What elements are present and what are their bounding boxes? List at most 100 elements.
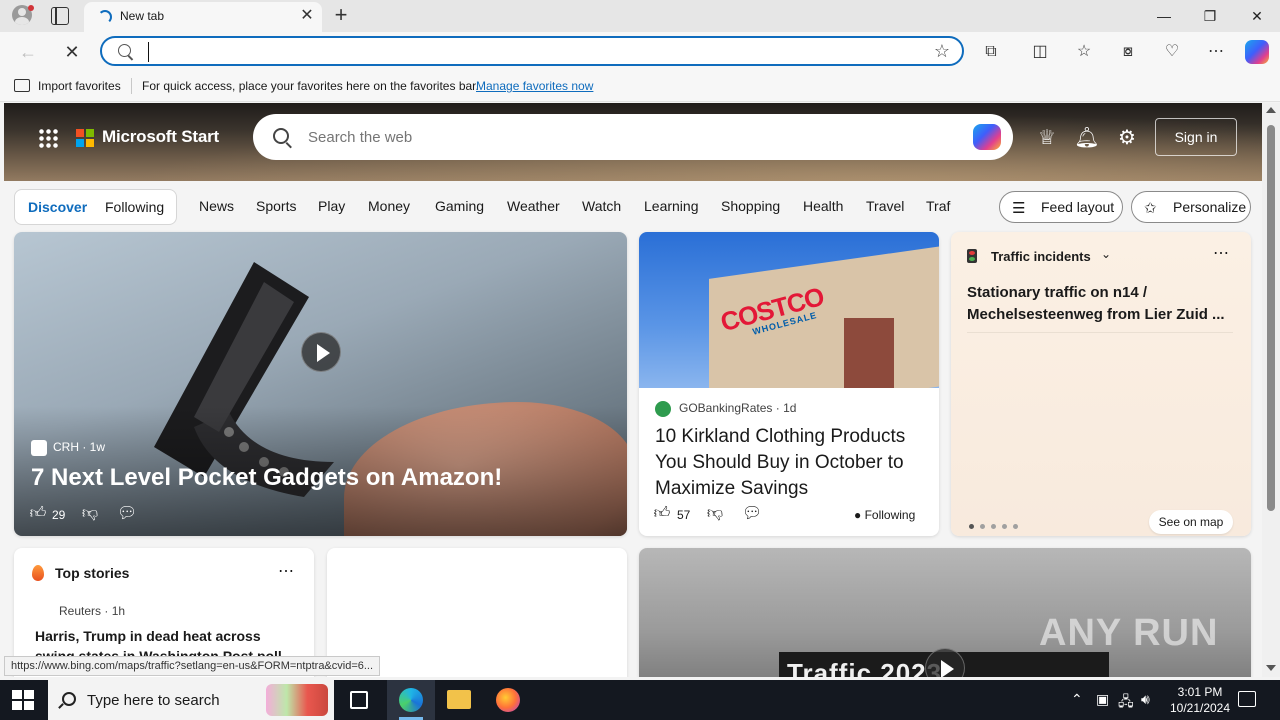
video-card[interactable]: Traffic 2023 ANY RUN — [639, 548, 1251, 677]
category-sports[interactable]: Sports — [256, 198, 296, 214]
following-badge[interactable]: ● Following — [854, 508, 915, 522]
manage-favorites-link[interactable]: Manage favorites now — [476, 79, 593, 93]
device-icon[interactable]: ▣ — [1096, 691, 1109, 708]
task-view-icon[interactable] — [350, 691, 368, 709]
settings-gear-icon[interactable]: ⚙ — [1114, 125, 1140, 151]
tab-actions-icon[interactable] — [51, 7, 69, 25]
minimize-button[interactable]: — — [1141, 0, 1187, 32]
taskbar-file-explorer[interactable] — [435, 680, 483, 720]
close-window-button[interactable]: ✕ — [1234, 0, 1280, 32]
like-count: 57 — [677, 508, 691, 522]
top-stories-title[interactable]: Top stories — [55, 565, 129, 581]
tab-close-icon[interactable]: ✕ — [298, 7, 316, 25]
network-icon[interactable]: 🖧︎ — [1118, 691, 1134, 715]
taskbar-search-box[interactable]: Type here to search — [48, 680, 334, 720]
extensions-icon[interactable]: ⧉ — [979, 40, 1003, 64]
article-title[interactable]: 10 Kirkland Clothing Products You Should… — [655, 424, 930, 502]
traffic-map[interactable] — [967, 332, 1233, 508]
copilot-icon[interactable] — [1245, 40, 1269, 64]
system-clock[interactable]: 3:01 PM 10/21/2024 — [1160, 684, 1240, 716]
search-highlight-image — [266, 684, 328, 716]
volume-icon[interactable]: 🔊︎ — [1141, 691, 1150, 708]
dislike-icon[interactable]: 👎︎ — [706, 505, 724, 523]
address-bar[interactable]: ☆ — [100, 36, 964, 66]
more-options-icon[interactable]: ⋯ — [278, 561, 294, 581]
chevron-down-icon[interactable]: ⌄ — [1101, 247, 1111, 261]
new-tab-button[interactable]: + — [330, 4, 352, 26]
carousel-dot[interactable] — [980, 524, 985, 529]
tab-discover[interactable]: Discover — [28, 199, 87, 215]
personalize-star-icon: ✩ — [1144, 200, 1157, 217]
import-favorites-button[interactable]: Import favorites — [38, 79, 121, 93]
rewards-trophy-icon[interactable]: ♕ — [1034, 125, 1060, 151]
article-card-costco[interactable]: COSTCO WHOLESALE GOBankingRates · 1d 10 … — [639, 232, 939, 536]
more-options-icon[interactable]: ⋯ — [1213, 243, 1229, 263]
watermark-text: ANY RUN — [1039, 612, 1219, 654]
see-on-map-button[interactable]: See on map — [1149, 510, 1233, 534]
category-money[interactable]: Money — [368, 198, 410, 214]
tab-new-tab[interactable]: New tab ✕ — [84, 2, 322, 32]
app-launcher-icon[interactable] — [38, 128, 58, 148]
category-gaming[interactable]: Gaming — [435, 198, 484, 214]
scroll-up-arrow-icon[interactable] — [1266, 107, 1276, 113]
carousel-dot[interactable] — [991, 524, 996, 529]
featured-video-card[interactable]: CRH · 1w 7 Next Level Pocket Gadgets on … — [14, 232, 627, 536]
carousel-dots[interactable] — [969, 517, 1024, 532]
copilot-icon[interactable] — [973, 124, 1001, 150]
show-hidden-icons-chevron-icon[interactable]: ⌃ — [1071, 691, 1083, 708]
back-arrow-icon[interactable]: ← — [16, 40, 40, 64]
scroll-down-arrow-icon[interactable] — [1266, 665, 1276, 671]
brand-name[interactable]: Microsoft Start — [102, 127, 219, 147]
traffic-card-title[interactable]: Traffic incidents — [991, 249, 1091, 264]
category-travel[interactable]: Travel — [866, 198, 904, 214]
notification-center-icon[interactable] — [1238, 691, 1256, 707]
traffic-description[interactable]: Stationary traffic on n14 / Mechelsestee… — [967, 282, 1237, 326]
category-watch[interactable]: Watch — [582, 198, 621, 214]
favorite-star-icon[interactable]: ☆ — [934, 40, 950, 62]
article-source: Reuters · 1h — [59, 604, 126, 618]
source-logo-icon — [655, 401, 671, 417]
comment-icon[interactable]: 💬︎ — [742, 505, 762, 523]
carousel-dot[interactable] — [969, 524, 974, 529]
personalize-button[interactable]: ✩ Personalize — [1131, 191, 1251, 223]
costco-store-image: COSTCO WHOLESALE — [639, 232, 939, 388]
traffic-light-icon — [967, 249, 977, 263]
address-bar-row: ← ✕ ☆ ⧉ ◫ ☆ ⧇ ♡ ⋯ — [0, 32, 1280, 70]
windows-start-icon[interactable] — [12, 690, 34, 710]
like-icon[interactable]: 👍︎ — [29, 505, 47, 523]
sign-in-button[interactable]: Sign in — [1155, 118, 1237, 156]
favorites-icon[interactable]: ☆ — [1072, 40, 1096, 64]
scrollbar-thumb[interactable] — [1267, 125, 1275, 511]
feed-layout-button[interactable]: ☰ Feed layout — [999, 191, 1123, 223]
play-icon[interactable] — [301, 332, 341, 372]
address-input[interactable] — [148, 42, 908, 62]
page-scrollbar[interactable] — [1262, 103, 1280, 677]
comment-icon[interactable]: 💬︎ — [117, 505, 137, 523]
dislike-icon[interactable]: 👎︎ — [81, 505, 99, 523]
carousel-dot[interactable] — [1002, 524, 1007, 529]
web-search-input[interactable] — [308, 126, 908, 148]
browser-essentials-icon[interactable]: ♡ — [1160, 40, 1184, 64]
carousel-dot[interactable] — [1013, 524, 1018, 529]
taskbar-firefox[interactable] — [484, 680, 532, 720]
notifications-bell-icon[interactable]: 🔔︎ — [1074, 125, 1100, 151]
web-search-box[interactable] — [253, 114, 1013, 160]
category-health[interactable]: Health — [803, 198, 843, 214]
import-favorites-icon[interactable] — [14, 79, 30, 92]
split-screen-icon[interactable]: ◫ — [1028, 40, 1052, 64]
category-learning[interactable]: Learning — [644, 198, 699, 214]
like-icon[interactable]: 👍︎ — [653, 505, 671, 523]
taskbar-edge[interactable] — [387, 680, 435, 720]
article-title[interactable]: 7 Next Level Pocket Gadgets on Amazon! — [31, 464, 502, 492]
category-play[interactable]: Play — [318, 198, 345, 214]
category-weather[interactable]: Weather — [507, 198, 560, 214]
tab-following[interactable]: Following — [105, 199, 164, 215]
page-content: Microsoft Start ♕ 🔔︎ ⚙ Sign in Discover … — [0, 103, 1262, 677]
collections-icon[interactable]: ⧇ — [1116, 40, 1140, 64]
more-menu-icon[interactable]: ⋯ — [1204, 40, 1228, 64]
category-news[interactable]: News — [199, 198, 234, 214]
category-traffic[interactable]: Traf — [926, 198, 950, 214]
restore-button[interactable]: ❐ — [1187, 0, 1233, 32]
stop-loading-icon[interactable]: ✕ — [60, 40, 84, 64]
category-shopping[interactable]: Shopping — [721, 198, 780, 214]
